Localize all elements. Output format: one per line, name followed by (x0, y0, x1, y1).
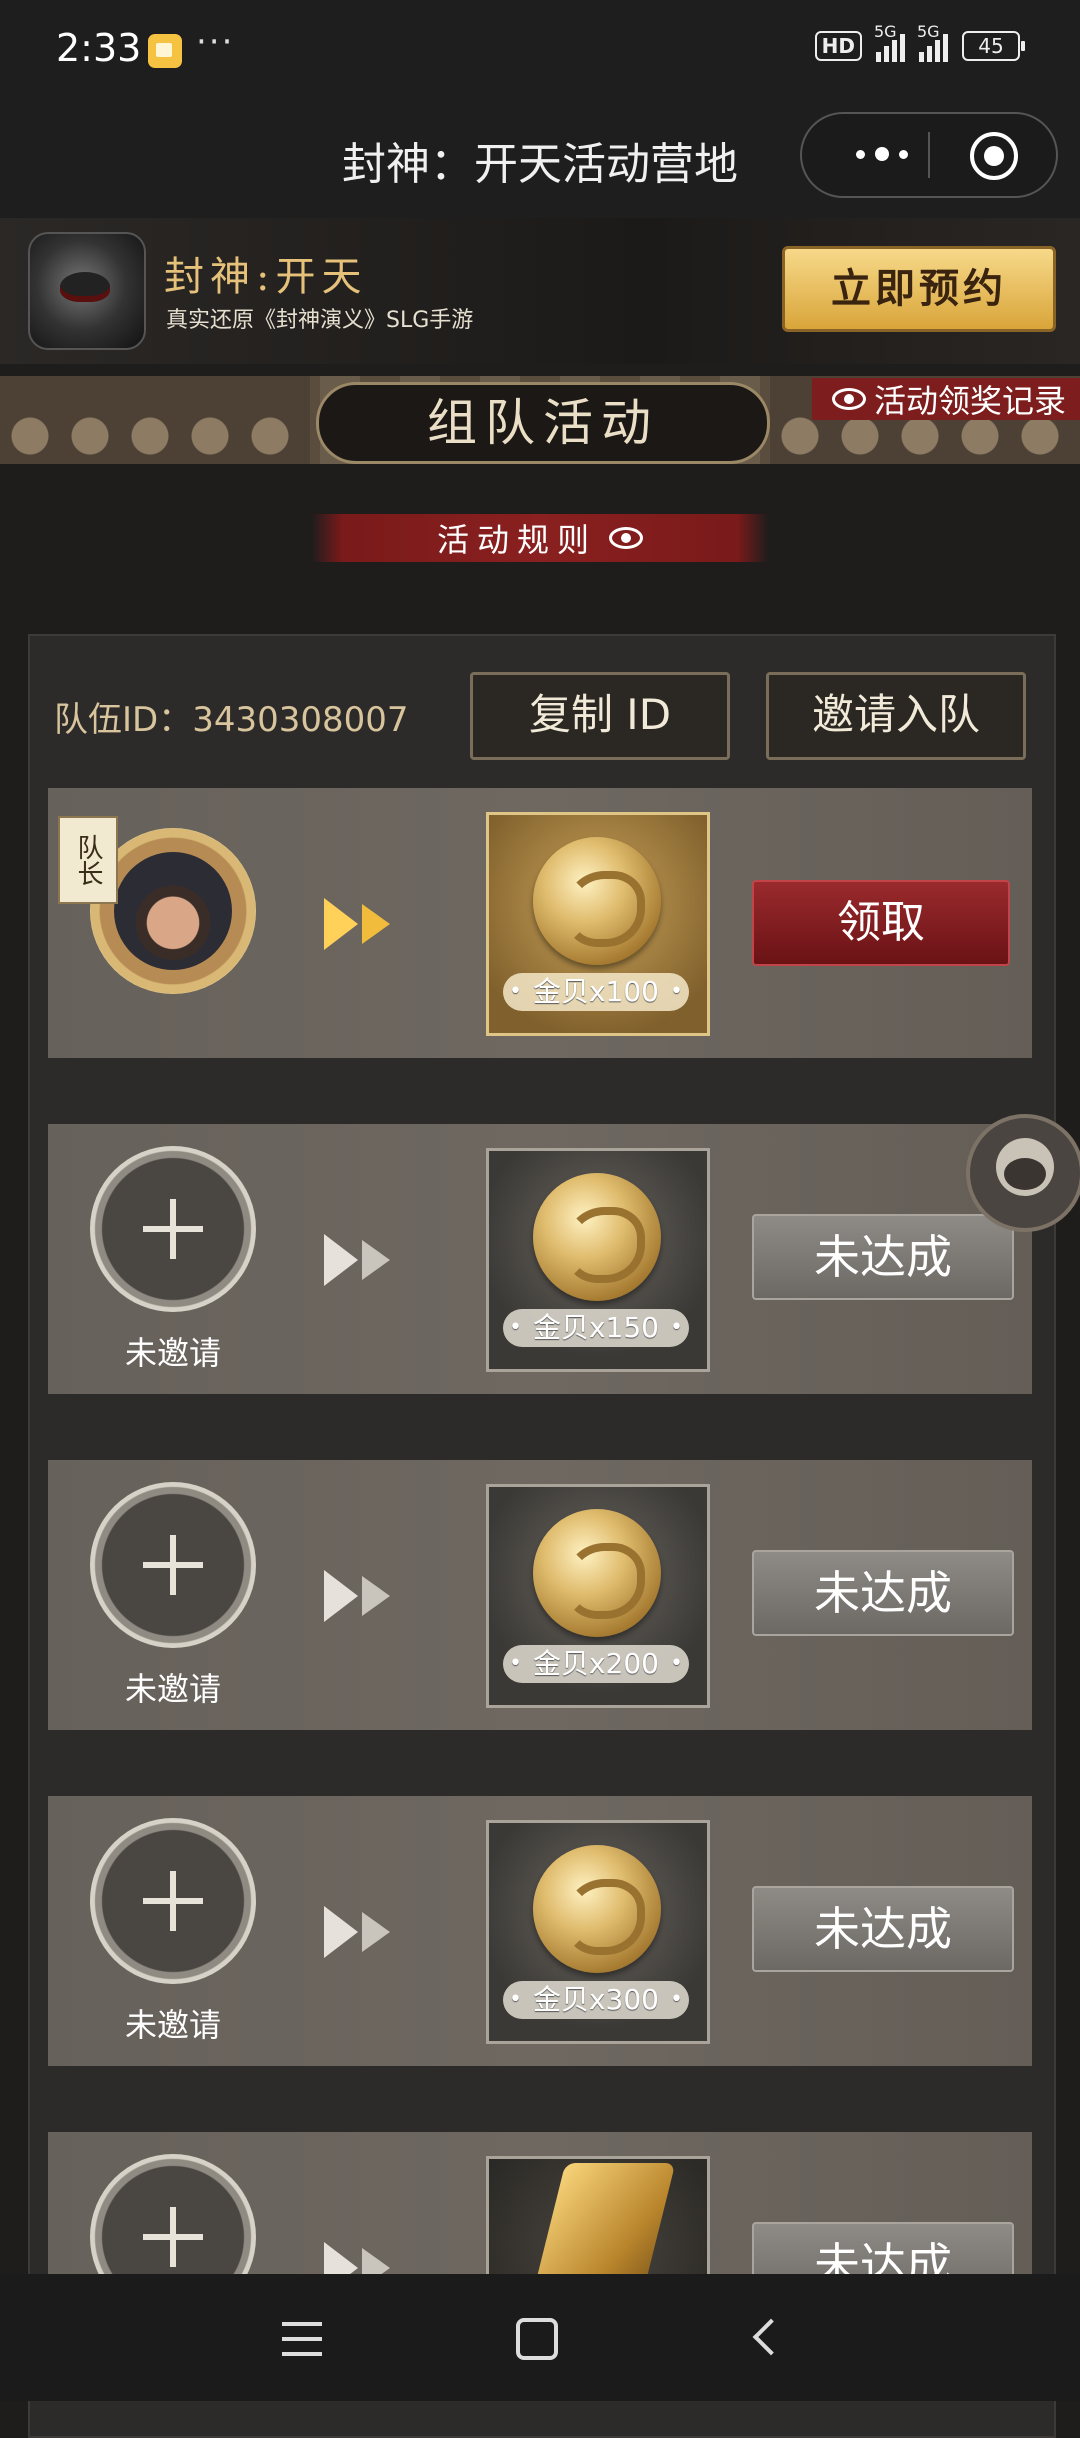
reward-box: 金贝x100 (486, 812, 710, 1036)
reward-box: 金贝x150 (486, 1148, 710, 1372)
gold-coin-icon (533, 1173, 661, 1301)
home-icon[interactable] (516, 2318, 558, 2360)
member-status: 未邀请 (124, 1670, 221, 1708)
gold-coin-icon (533, 1509, 661, 1637)
support-face (1004, 1158, 1046, 1190)
section-header: 组队活动 活动领奖记录 (0, 376, 1080, 464)
mini-program-capsule (800, 112, 1058, 198)
double-arrow-icon (324, 2236, 414, 2274)
team-slot-4: 未邀请 金贝x300 未达成 (48, 1796, 1032, 2066)
reward-label: 金贝x300 (503, 1981, 689, 2019)
hd-badge: HD (814, 31, 862, 61)
invite-member-button[interactable] (90, 2154, 256, 2274)
not-achieved-button[interactable]: 未达成 (752, 1550, 1014, 1636)
member-status: 未邀请 (124, 2006, 221, 2044)
double-arrow-icon (324, 1900, 414, 1964)
signal-icon: 5G (874, 22, 905, 62)
reward-label: 金贝x150 (503, 1309, 689, 1347)
reward-box (486, 2156, 710, 2274)
activity-rules-link[interactable]: 活动规则 (312, 514, 768, 562)
not-achieved-button[interactable]: 未达成 (752, 1214, 1014, 1300)
battery-icon: 45 (962, 31, 1025, 61)
team-id: 队伍ID：3430308007 (54, 700, 409, 740)
activity-rules-label: 活动规则 (436, 521, 597, 559)
nav-bar: 封神：开天活动营地 (0, 100, 1080, 218)
team-slot-2: 未邀请 金贝x150 未达成 (48, 1124, 1032, 1394)
gold-coin-icon (533, 1845, 661, 1973)
signal-icon-2: 5G (917, 22, 948, 62)
plus-icon (143, 2207, 203, 2267)
reward-box: 金贝x200 (486, 1484, 710, 1708)
capsule-divider (928, 132, 930, 178)
status-time: 2:33 (56, 26, 142, 70)
not-achieved-button[interactable]: 未达成 (752, 2222, 1014, 2274)
reward-records-link[interactable]: 活动领奖记录 (811, 378, 1080, 420)
game-banner: 封神:开天 真实还原《封神演义》SLG手游 立即预约 (0, 218, 1080, 364)
customer-service-button[interactable] (966, 1114, 1080, 1232)
game-name: 封神:开天 (164, 254, 368, 300)
status-bar: 2:33 ··· HD 5G 5G 45 (0, 0, 1080, 100)
game-description: 真实还原《封神演义》SLG手游 (166, 308, 474, 333)
gold-coin-icon (533, 837, 661, 965)
invite-member-button[interactable] (90, 1818, 256, 1984)
reward-label: 金贝x100 (503, 973, 689, 1011)
avatar (114, 852, 232, 970)
invite-team-button[interactable]: 邀请入队 (766, 672, 1026, 760)
close-target-button[interactable] (970, 132, 1018, 180)
invite-member-button[interactable] (90, 1482, 256, 1648)
team-slot-3: 未邀请 金贝x200 未达成 (48, 1460, 1032, 1730)
captain-tag: 队长 (58, 816, 118, 904)
menu-icon[interactable] (282, 2322, 322, 2356)
invite-member-button[interactable] (90, 1146, 256, 1312)
scroll-reward-icon (520, 2163, 676, 2274)
more-options-button[interactable] (832, 132, 932, 176)
member-status: 未邀请 (124, 1334, 221, 1372)
game-app-icon (28, 232, 146, 350)
back-icon[interactable] (752, 2318, 790, 2356)
notification-icon (148, 34, 182, 68)
double-arrow-icon (324, 1564, 414, 1628)
network-label-2: 5G (917, 22, 940, 41)
network-label: 5G (874, 22, 897, 41)
team-slot-captain: 队长 金贝x100 领取 (48, 788, 1032, 1058)
wave-decoration-left (0, 376, 310, 464)
team-slot-5: 未达成 (48, 2132, 1032, 2274)
eye-icon (609, 527, 643, 549)
double-arrow-icon (324, 892, 414, 956)
section-title-plaque: 组队活动 (316, 382, 770, 464)
system-indicators: HD 5G 5G 45 (814, 22, 1025, 62)
eye-icon (831, 388, 866, 410)
plus-icon (143, 1871, 203, 1931)
section-title: 组队活动 (427, 394, 659, 452)
claim-button[interactable]: 领取 (752, 880, 1010, 966)
plus-icon (143, 1199, 203, 1259)
system-nav-bar (0, 2274, 1080, 2401)
copy-id-button[interactable]: 复制 ID (470, 672, 730, 760)
reward-records-label: 活动领奖记录 (873, 382, 1066, 420)
more-notifications-icon: ··· (196, 22, 235, 62)
double-arrow-icon (324, 1228, 414, 1292)
not-achieved-button[interactable]: 未达成 (752, 1886, 1014, 1972)
plus-icon (143, 1535, 203, 1595)
preorder-button[interactable]: 立即预约 (782, 246, 1056, 332)
reward-box: 金贝x300 (486, 1820, 710, 2044)
reward-label: 金贝x200 (503, 1645, 689, 1683)
